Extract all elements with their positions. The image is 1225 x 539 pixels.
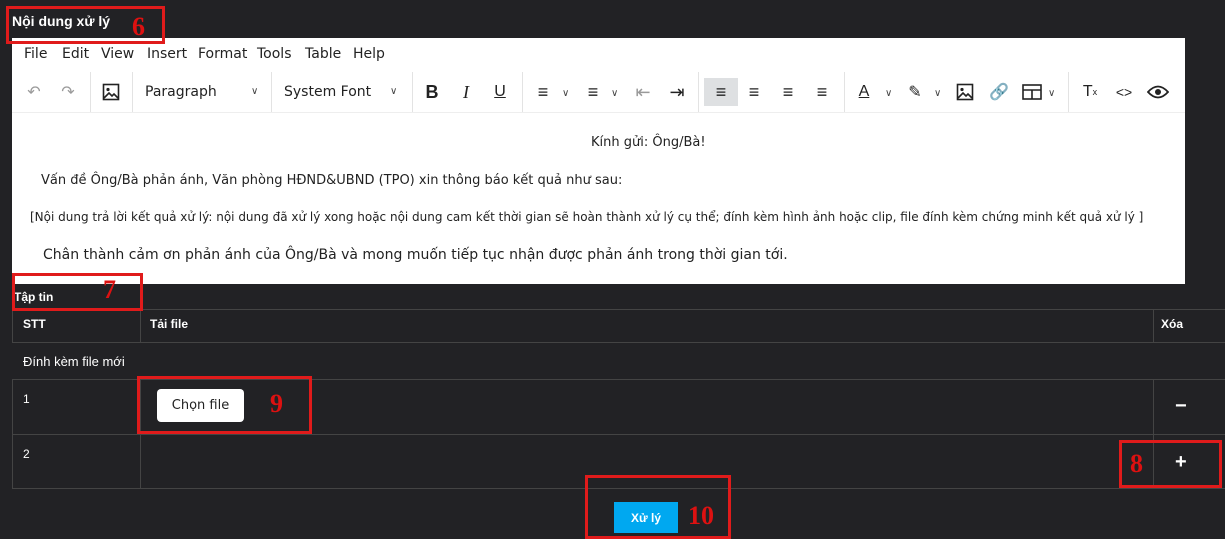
align-right-icon[interactable]: ≡ [777, 78, 799, 106]
closing-text: Chân thành cảm ơn phản ánh của Ông/Bà và… [43, 247, 788, 263]
chevron-down-icon[interactable]: ∨ [562, 88, 569, 99]
annotation-box-9 [137, 376, 312, 434]
block-format-select[interactable]: Paragraph ∨ [145, 78, 267, 106]
link-icon[interactable]: 🔗 [987, 78, 1011, 106]
col-upload-header: Tải file [150, 317, 189, 331]
row-2-stt: 2 [23, 447, 30, 461]
annotation-label-10: 10 [688, 501, 714, 530]
bullet-list-icon[interactable]: ≡ [532, 78, 554, 106]
menu-insert[interactable]: Insert [147, 46, 187, 62]
chevron-down-icon: ∨ [251, 86, 259, 97]
menu-view[interactable]: View [101, 46, 134, 62]
menu-file[interactable]: File [24, 46, 47, 62]
panel-header [0, 0, 1185, 38]
chevron-down-icon: ∨ [390, 86, 398, 97]
annotation-label-9: 9 [270, 389, 283, 418]
chevron-down-icon[interactable]: ∨ [611, 88, 618, 99]
greeting-text: Kính gửi: Ông/Bà! [591, 135, 706, 150]
attach-new-label: Đính kèm file mới [23, 354, 125, 369]
menu-edit[interactable]: Edit [62, 46, 89, 62]
highlight-icon[interactable]: ✎ [904, 78, 926, 106]
block-format-value: Paragraph [145, 84, 217, 100]
menu-tools[interactable]: Tools [257, 46, 292, 62]
undo-icon[interactable]: ↶ [22, 78, 46, 106]
text-color-icon[interactable]: A [854, 78, 874, 106]
align-justify-icon[interactable]: ≡ [811, 78, 833, 106]
remove-row-button[interactable]: − [1175, 395, 1187, 418]
rich-text-editor: File Edit View Insert Format Tools Table… [12, 38, 1185, 284]
underline-icon[interactable]: U [490, 78, 510, 106]
chevron-down-icon[interactable]: ∨ [934, 88, 941, 99]
redo-icon[interactable]: ↷ [56, 78, 80, 106]
numbered-list-icon[interactable]: ≡ [582, 78, 604, 106]
editor-menubar: File Edit View Insert Format Tools Table… [12, 38, 1185, 68]
font-family-select[interactable]: System Font ∨ [284, 78, 406, 106]
editor-toolbar: ↶ ↷ Paragraph ∨ System Font ∨ B I U ≡ ∨ … [12, 72, 1185, 112]
menu-table[interactable]: Table [305, 46, 341, 62]
clear-format-icon[interactable]: Tx [1078, 78, 1102, 106]
menu-help[interactable]: Help [353, 46, 385, 62]
outdent-icon[interactable]: ⇤ [632, 78, 654, 106]
table-icon[interactable] [1020, 78, 1044, 106]
col-delete-header: Xóa [1161, 317, 1184, 331]
chevron-down-icon[interactable]: ∨ [885, 88, 892, 99]
annotation-label-6: 6 [132, 12, 145, 41]
italic-icon[interactable]: I [456, 78, 476, 106]
chevron-down-icon[interactable]: ∨ [1048, 88, 1055, 99]
align-left-icon[interactable]: ≡ [704, 78, 738, 106]
annotation-box-7 [12, 273, 143, 311]
source-code-icon[interactable]: <> [1112, 78, 1136, 106]
indent-icon[interactable]: ⇥ [666, 78, 688, 106]
annotation-label-8: 8 [1130, 449, 1143, 478]
insert-image-icon[interactable] [953, 78, 977, 106]
font-family-value: System Font [284, 84, 372, 100]
editor-content[interactable]: Kính gửi: Ông/Bà! Vấn đề Ông/Bà phản ánh… [12, 112, 1185, 285]
align-center-icon[interactable]: ≡ [743, 78, 765, 106]
image-icon[interactable] [98, 78, 124, 106]
row-1-stt: 1 [23, 392, 30, 406]
preview-icon[interactable] [1146, 78, 1170, 106]
col-stt-header: STT [23, 317, 46, 331]
bold-icon[interactable]: B [422, 78, 442, 106]
placeholder-text: [Nội dung trả lời kết quả xử lý: nội dun… [30, 210, 1144, 224]
menu-format[interactable]: Format [198, 46, 247, 62]
annotation-label-7: 7 [103, 275, 116, 304]
intro-text: Vấn đề Ông/Bà phản ánh, Văn phòng HĐND&U… [41, 173, 623, 188]
